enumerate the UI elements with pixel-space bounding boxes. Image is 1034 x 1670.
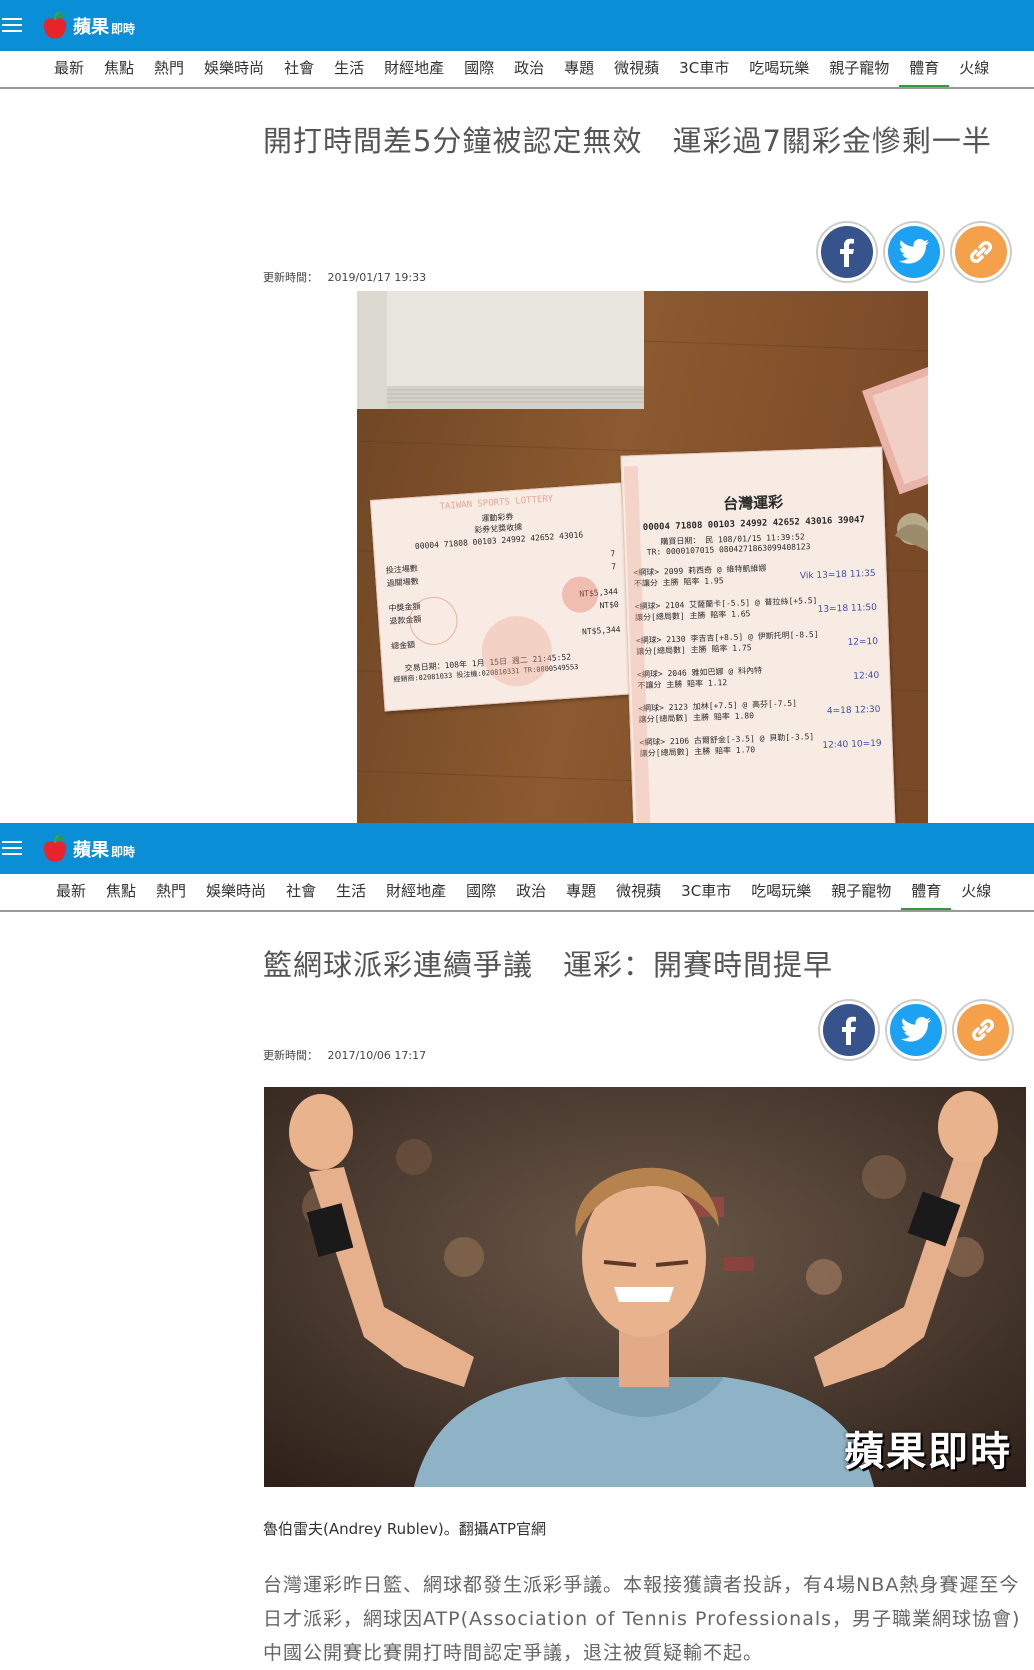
nav-item[interactable]: 親子寵物 [819, 51, 899, 87]
nav-item[interactable]: 吃喝玩樂 [741, 874, 821, 910]
receipt-row-value: NT$5,344 [581, 624, 621, 637]
article-photo-tennis-player: 蘋果即時 [264, 1087, 1026, 1487]
handwritten-note: 12:40 10=19 [822, 738, 882, 751]
nav-item[interactable]: 熱門 [144, 51, 194, 87]
update-time-value: 2017/10/06 17:17 [327, 1049, 427, 1062]
screen-article-1: 蘋果 即時 最新 焦點 熱門 娛樂時尚 社會 生活 財經地產 國際 政治 專題 微視蘋 3C車市 吃喝玩… [0, 0, 1034, 823]
handwritten-note: 4=18 12:30 [826, 704, 881, 717]
nav-bar: 最新 焦點 熱門 娛樂時尚 社會 生活 財經地產 國際 政治 專題 微視蘋 3C車市 吃喝玩樂 親子寵物體… [0, 51, 1034, 89]
photo-watermark: 蘋果即時 [844, 1429, 1012, 1475]
receipt-row-value: 7 [610, 549, 616, 559]
nav-item[interactable]: 3C車市 [671, 874, 741, 910]
nav-item[interactable]: 娛樂時尚 [194, 51, 274, 87]
nav-item[interactable]: 微視蘋 [606, 874, 671, 910]
nav-item[interactable]: 專題 [556, 874, 606, 910]
nav-bar: 最新 焦點 熱門 娛樂時尚 社會 生活 財經地產 國際 政治 專題 微視蘋 3C車市 吃喝玩樂 親子寵物體… [0, 874, 1034, 912]
nav-item[interactable]: 焦點 [94, 51, 144, 87]
nav-item[interactable]: 最新 [46, 874, 96, 910]
nav-item[interactable]: 社會 [274, 51, 324, 87]
receipt-small: TAIWAN SPORTS LOTTERY 運動彩券 彩券兌獎收據 00004 … [369, 482, 637, 712]
bet-line: <網球> 2130 李吉吉[+8.5] @ 伊斯托明[-8.5] 讓分[總局數] … [636, 627, 883, 658]
nav-item[interactable]: 體育 [899, 51, 950, 87]
brand-sub: 即時 [111, 21, 136, 36]
top-bar: 蘋果 即時 [0, 0, 1034, 51]
article-title: 籃網球派彩連續爭議 運彩：開賽時間提早 [263, 948, 834, 982]
nav-item[interactable]: 專題 [554, 51, 604, 87]
nav-item[interactable]: 火線 [949, 51, 999, 87]
article-photo-lottery-tickets: TAIWAN SPORTS LOTTERY 運動彩券 彩券兌獎收據 00004 … [357, 291, 928, 823]
site-logo[interactable]: 蘋果 即時 [40, 6, 135, 46]
apple-logo-icon [43, 11, 67, 39]
menu-icon[interactable] [2, 837, 22, 859]
update-time-label: 更新時間： [263, 271, 318, 284]
nav-item[interactable]: 國際 [456, 874, 506, 910]
update-time-label: 更新時間： [263, 1049, 318, 1062]
receipt-row-label: 投注場數 [385, 563, 419, 576]
apple-logo-icon [43, 834, 67, 862]
bet-line: <網球> 2123 加林[+7.5] @ 高芬[-7.5] 讓分[總局數] 主勝 … [638, 695, 885, 726]
facebook-icon [840, 238, 854, 267]
receipt-big-header: 台灣運彩 [722, 493, 784, 514]
twitter-share-button[interactable] [885, 223, 943, 281]
receipt-row-value: 7 [611, 562, 617, 572]
nav-item[interactable]: 焦點 [96, 874, 146, 910]
facebook-share-button[interactable] [818, 223, 876, 281]
facebook-icon [842, 1016, 856, 1045]
receipt-row-value: NT$0 [599, 599, 620, 611]
receipt-big: 台灣運彩 00004 71808 00103 24992 42652 43016… [620, 446, 896, 823]
receipt-row-label: 總金額 [390, 640, 416, 651]
photo-caption: 魯伯雷夫(Andrey Rublev)。翻攝ATP官網 [263, 1520, 547, 1538]
nav-item[interactable]: 生活 [324, 51, 374, 87]
copy-link-button[interactable] [954, 1001, 1012, 1059]
bet-line: <網球> 2099 莉西奇 @ 維特凱維娜 不讓分 主勝 賠率 1.95 Vik 1… [633, 559, 880, 590]
share-buttons [818, 223, 1010, 281]
link-icon [970, 241, 992, 263]
nav-item[interactable]: 財經地產 [374, 51, 454, 87]
share-buttons [820, 1001, 1012, 1059]
receipt-big-lines: <網球> 2099 莉西奇 @ 維特凱維娜 不讓分 主勝 賠率 1.95 Vik 1… [633, 559, 886, 759]
twitter-share-button[interactable] [887, 1001, 945, 1059]
nav-item[interactable]: 吃喝玩樂 [739, 51, 819, 87]
handwritten-note: 12:40 [853, 670, 880, 682]
nav-items: 最新 焦點 熱門 娛樂時尚 社會 生活 財經地產 國際 政治 專題 微視蘋 3C車市 吃喝玩樂 親子寵物體… [44, 51, 999, 87]
link-icon [972, 1019, 994, 1041]
nav-item[interactable]: 政治 [504, 51, 554, 87]
nav-item[interactable]: 社會 [276, 874, 326, 910]
facebook-share-button[interactable] [820, 1001, 878, 1059]
brand-sub: 即時 [111, 844, 136, 859]
update-time-value: 2019/01/17 19:33 [327, 271, 427, 284]
update-time: 更新時間： 2017/10/06 17:17 [263, 1047, 426, 1063]
brand-name: 蘋果 [73, 17, 109, 38]
nav-item[interactable]: 財經地產 [376, 874, 456, 910]
bet-line: <網球> 2106 古爾舒金[-3.5] @ 貝勒[-3.5] 讓分[總局數] 主… [639, 729, 886, 760]
bet-line: <網球> 2104 艾薩蘭卡[-5.5] @ 普拉絲[+5.5] 讓分[總局數] … [635, 593, 882, 624]
bet-line: <網球> 2046 雅如巴娜 @ 科內特 不讓分 主勝 賠率 1.12 12:40 [637, 661, 884, 692]
nav-item[interactable]: 體育 [901, 874, 952, 910]
nav-item[interactable]: 生活 [326, 874, 376, 910]
nav-item[interactable]: 娛樂時尚 [196, 874, 276, 910]
top-bar: 蘋果 即時 [0, 823, 1034, 874]
update-time: 更新時間： 2019/01/17 19:33 [263, 269, 426, 285]
nav-item[interactable]: 政治 [506, 874, 556, 910]
article-title: 開打時間差5分鐘被認定無效 運彩過7關彩金慘剩一半 [263, 124, 992, 158]
nav-item[interactable]: 微視蘋 [604, 51, 669, 87]
menu-icon[interactable] [2, 14, 22, 36]
nav-item[interactable]: 最新 [44, 51, 94, 87]
nav-items: 最新 焦點 熱門 娛樂時尚 社會 生活 財經地產 國際 政治 專題 微視蘋 3C車市 吃喝玩樂 親子寵物體… [46, 874, 1001, 910]
receipt-row-label: 過關場數 [386, 576, 420, 589]
twitter-icon [898, 239, 929, 264]
brand-name: 蘋果 [73, 840, 109, 861]
nav-item[interactable]: 國際 [454, 51, 504, 87]
nav-item[interactable]: 火線 [951, 874, 1001, 910]
copy-link-button[interactable] [952, 223, 1010, 281]
article-body: 台灣運彩昨日籃、網球都發生派彩爭議。本報接獲讀者投訴，有4場NBA熱身賽遲至今日… [263, 1574, 1021, 1664]
nav-item[interactable]: 3C車市 [669, 51, 739, 87]
site-logo[interactable]: 蘋果 即時 [40, 829, 135, 869]
nav-item[interactable]: 熱門 [146, 874, 196, 910]
nav-item[interactable]: 親子寵物 [821, 874, 901, 910]
handwritten-note: 12=10 [847, 636, 879, 648]
twitter-icon [900, 1017, 931, 1042]
handwritten-note: 13=18 11:50 [817, 602, 878, 615]
